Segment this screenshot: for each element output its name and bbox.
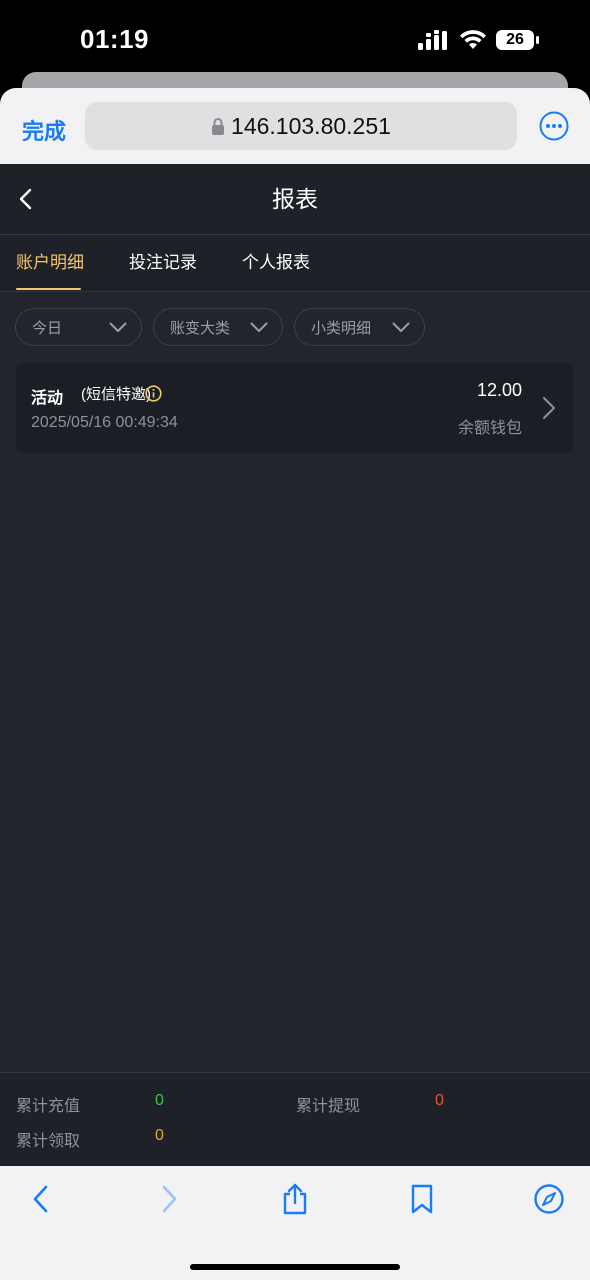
total-claim-label: 累计领取	[16, 1133, 81, 1150]
url-text: 146.103.80.251	[231, 112, 391, 139]
total-withdraw-label: 累计提现	[296, 1098, 361, 1115]
filter-row: 今日 账变大类 小类明细	[0, 292, 590, 362]
browser-top-bar: 完成 146.103.80.251	[0, 88, 590, 164]
category-filter-label: 账变大类	[170, 319, 231, 337]
cellular-signal-icon	[418, 30, 447, 50]
tab-personal-report[interactable]: 个人报表	[242, 235, 310, 292]
browser-back-icon[interactable]	[26, 1183, 58, 1215]
lock-icon	[212, 118, 225, 135]
total-recharge-label: 累计充值	[16, 1098, 81, 1115]
chevron-right-icon	[543, 397, 555, 419]
share-icon[interactable]	[279, 1183, 311, 1215]
battery-level: 26	[506, 31, 524, 48]
total-withdraw-value: 0	[435, 1092, 444, 1109]
status-bar: 01:19 26	[0, 0, 590, 80]
date-filter-label: 今日	[32, 319, 63, 337]
date-filter-dropdown[interactable]: 今日	[15, 308, 142, 346]
category-filter-dropdown[interactable]: 账变大类	[153, 308, 283, 346]
chevron-down-icon	[250, 322, 268, 332]
browser-forward-icon[interactable]	[152, 1183, 184, 1215]
tab-account-details[interactable]: 账户明细	[16, 235, 84, 292]
battery-icon: 26	[496, 29, 540, 51]
browser-bottom-toolbar	[0, 1166, 590, 1280]
done-button[interactable]: 完成	[22, 114, 66, 146]
record-title: 活动	[31, 390, 64, 407]
status-time: 01:19	[80, 24, 149, 54]
wifi-icon	[460, 30, 486, 49]
total-claim-value: 0	[155, 1127, 164, 1144]
tab-bar: 账户明细 投注记录 个人报表	[0, 235, 590, 292]
app-content: 报表 账户明细 投注记录 个人报表 今日 账变大类 小类明细 活动 (短信特邀)…	[0, 164, 590, 1166]
record-datetime: 2025/05/16 00:49:34	[31, 414, 178, 431]
back-arrow-icon[interactable]	[16, 186, 36, 212]
info-icon[interactable]	[145, 385, 162, 402]
active-tab-indicator	[16, 288, 81, 290]
bookmarks-icon[interactable]	[406, 1183, 438, 1215]
url-bar[interactable]: 146.103.80.251	[85, 102, 517, 150]
chevron-down-icon	[392, 322, 410, 332]
subcategory-filter-dropdown[interactable]: 小类明细	[294, 308, 425, 346]
more-options-icon[interactable]	[539, 111, 569, 141]
record-wallet: 余额钱包	[457, 420, 522, 437]
chevron-down-icon	[109, 322, 127, 332]
page-header: 报表	[0, 164, 590, 235]
summary-panel: 累计充值 0 累计提现 0 累计领取 0	[0, 1072, 590, 1166]
tab-bet-records[interactable]: 投注记录	[129, 235, 197, 292]
page-title: 报表	[272, 186, 318, 212]
home-indicator	[190, 1264, 400, 1270]
record-item[interactable]: 活动 (短信特邀) 2025/05/16 00:49:34 12.00 余额钱包	[16, 363, 574, 453]
safari-compass-icon[interactable]	[533, 1183, 565, 1215]
record-subtitle: (短信特邀)	[81, 386, 151, 403]
subcategory-filter-label: 小类明细	[311, 319, 372, 337]
total-recharge-value: 0	[155, 1092, 164, 1109]
record-amount: 12.00	[476, 380, 522, 400]
